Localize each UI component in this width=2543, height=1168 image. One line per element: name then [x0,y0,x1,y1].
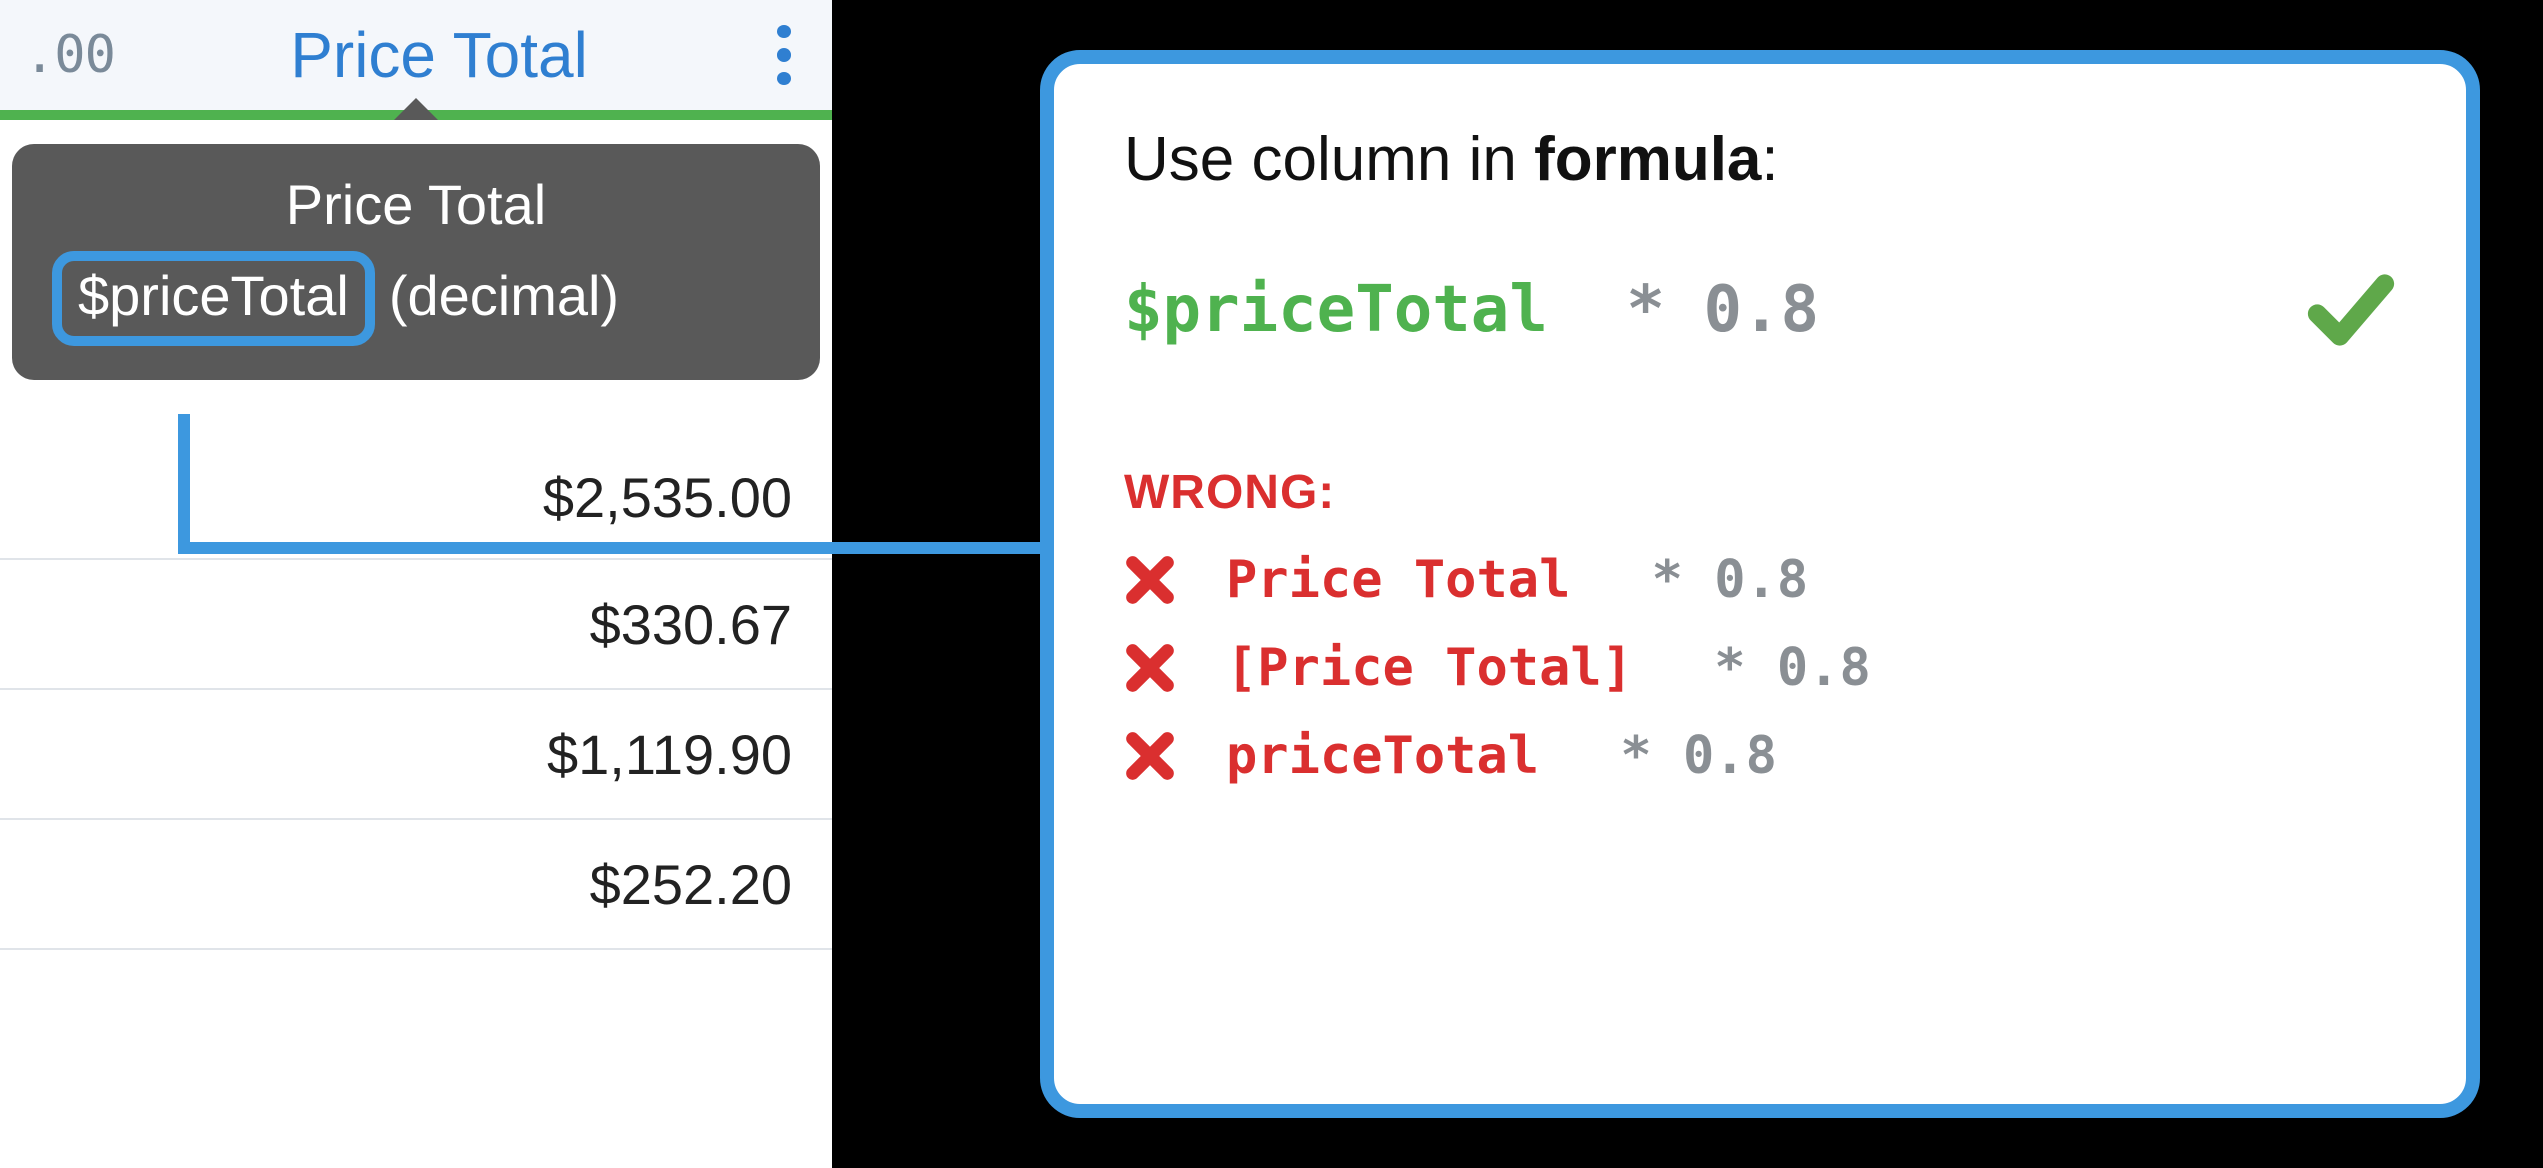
cross-icon [1124,730,1176,782]
column-type-label: (decimal) [389,263,619,328]
column-menu-button[interactable] [764,25,804,85]
correct-expression-rest: * 0.8 [1588,273,1819,347]
tooltip-identifier-row: $priceTotal (decimal) [52,251,780,346]
wrong-expression-rest: * 0.8 [1589,726,1777,786]
wrong-expression-rest: * 0.8 [1683,638,1871,698]
cross-icon [1124,642,1176,694]
table-cell[interactable]: $330.67 [0,560,832,690]
wrong-expression-bad: priceTotal [1226,726,1539,786]
tooltip-title: Price Total [52,172,780,237]
callout-heading-bold: formula [1534,125,1761,194]
decimal-type-icon: .00 [24,25,114,85]
wrong-example: priceTotal * 0.8 [1124,726,2396,786]
kebab-dot-icon [777,25,791,38]
table-cell[interactable]: $252.20 [0,820,832,950]
column-identifier: $priceTotal [52,251,375,346]
kebab-dot-icon [777,72,791,85]
callout-heading: Use column in formula: [1124,124,2396,195]
table-cell[interactable]: $1,119.90 [0,690,832,820]
column-title: Price Total [114,18,764,92]
wrong-example: [Price Total] * 0.8 [1124,638,2396,698]
correct-example: $priceTotal * 0.8 [1124,265,2396,355]
column-header[interactable]: .00 Price Total [0,0,832,120]
wrong-expression-rest: * 0.8 [1620,550,1808,610]
cross-icon [1124,554,1176,606]
wrong-expression-bad: [Price Total] [1226,638,1633,698]
tooltip-arrow-icon [394,98,438,120]
column-panel: .00 Price Total $2,535.00 $330.67 $1,119… [0,0,832,1168]
column-tooltip: Price Total $priceTotal (decimal) [12,144,820,380]
kebab-dot-icon [777,48,791,61]
wrong-label: WRONG: [1124,465,2396,520]
wrong-expression-bad: Price Total [1226,550,1570,610]
callout-heading-pre: Use column in [1124,125,1534,194]
correct-identifier: $priceTotal [1124,273,1548,347]
callout-heading-post: : [1761,125,1778,194]
formula-usage-callout: Use column in formula: $priceTotal * 0.8… [1040,50,2480,1118]
checkmark-icon [2306,265,2396,355]
wrong-example: Price Total * 0.8 [1124,550,2396,610]
